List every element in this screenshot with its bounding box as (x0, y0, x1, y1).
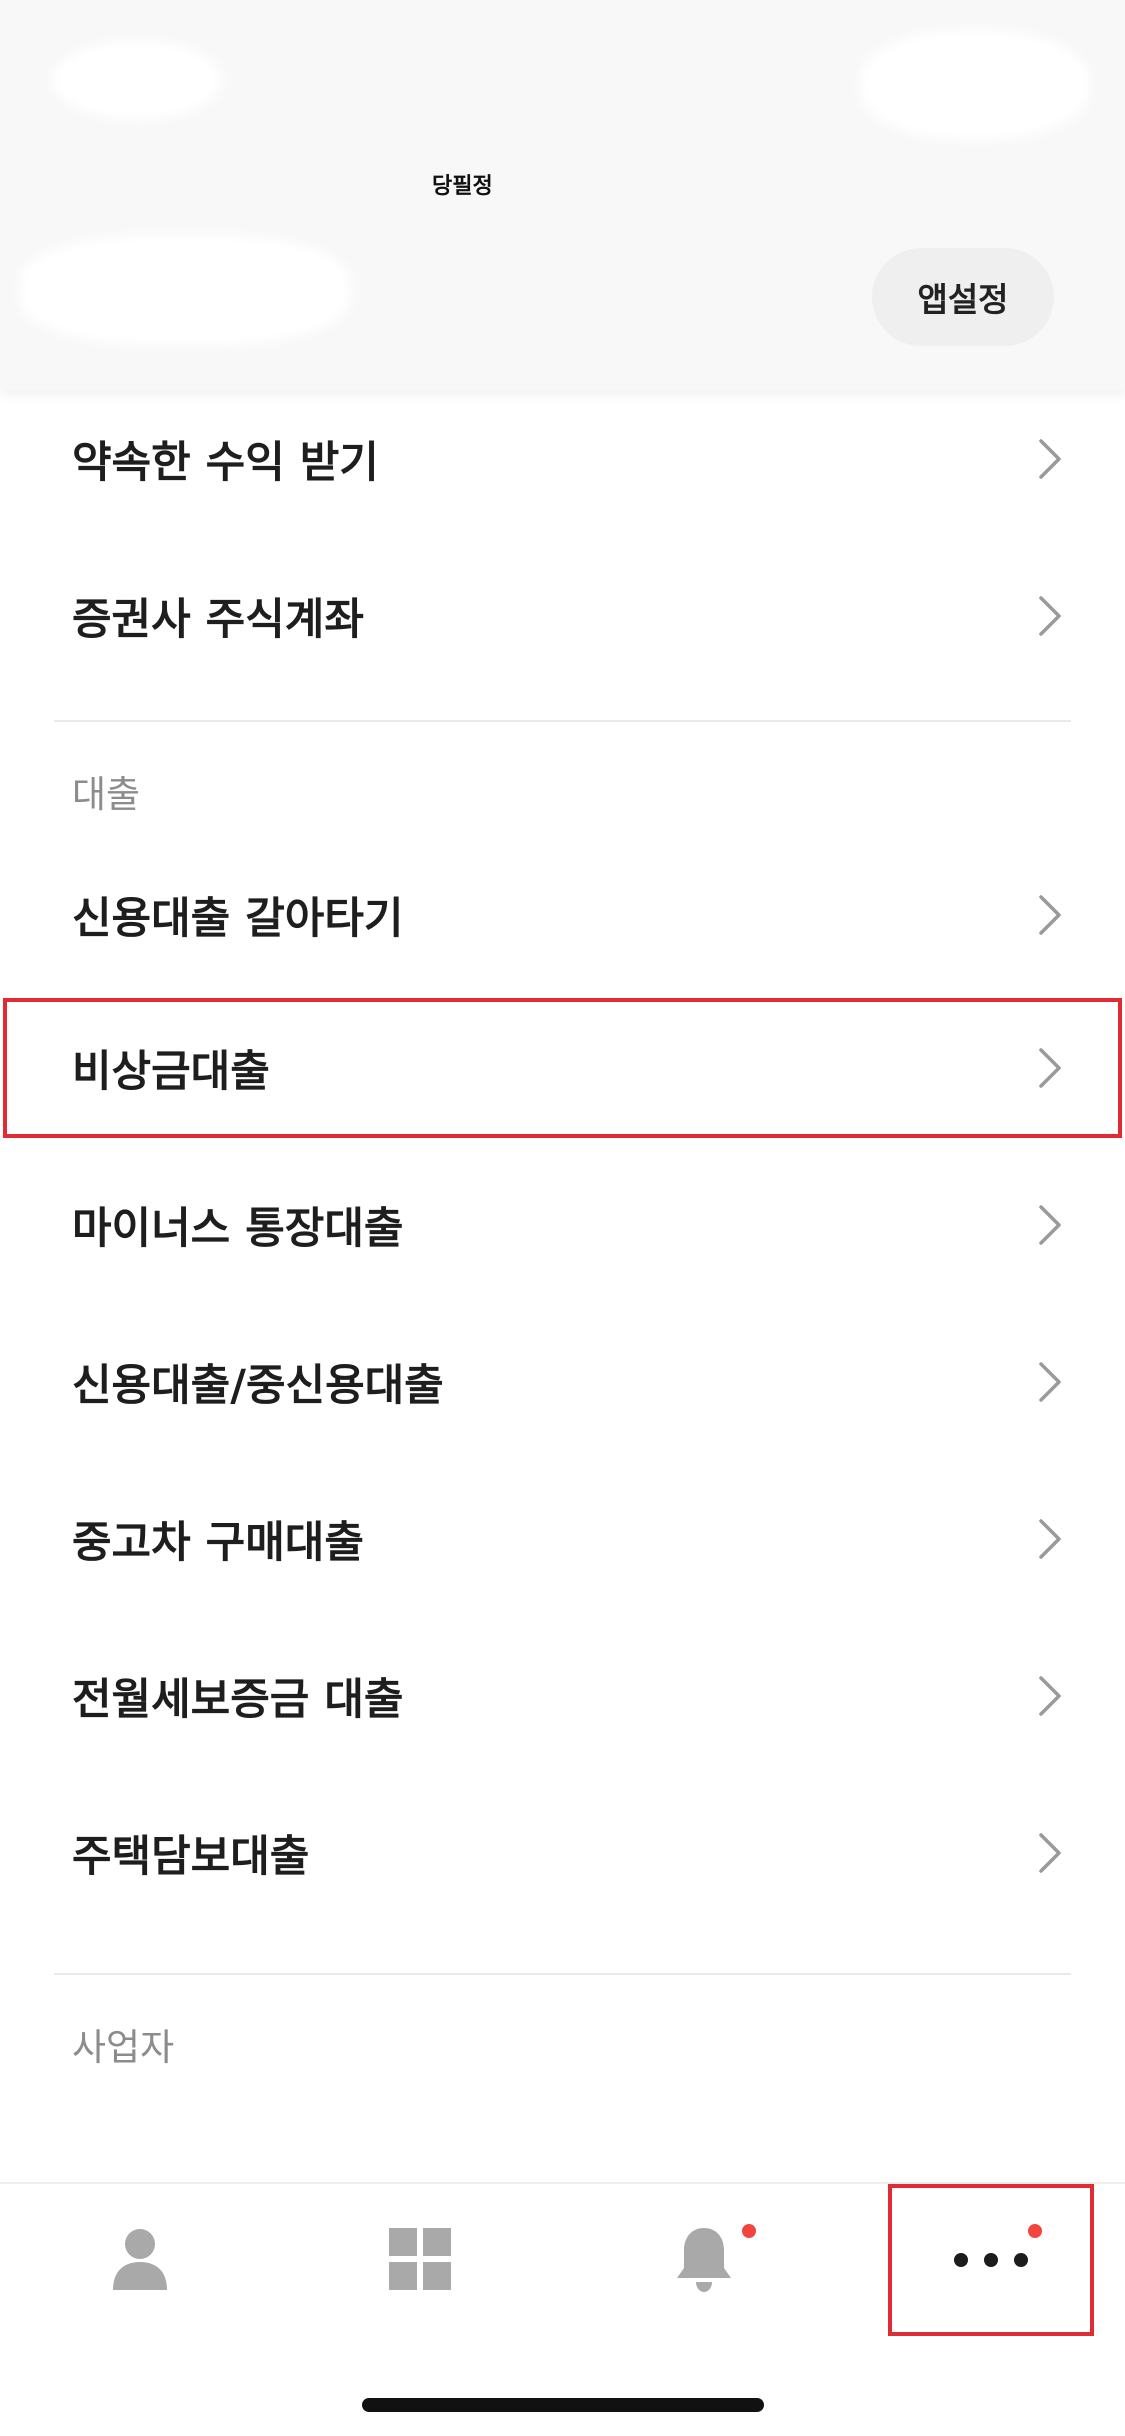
section-title-business: 사업자 (72, 2026, 175, 2069)
header-title: 당필정 (432, 174, 493, 199)
menu-item-jeonse-deposit-loan[interactable]: 전월세보증금 대출 (0, 1617, 1125, 1774)
menu-item-used-car-loan[interactable]: 중고차 구매대출 (0, 1460, 1125, 1617)
chevron-right-icon (1039, 595, 1061, 636)
menu-item-label: 약속한 수익 받기 (72, 437, 379, 488)
menu-item-minus-account-loan[interactable]: 마이너스 통장대출 (0, 1146, 1125, 1303)
menu-item-mortgage-loan[interactable]: 주택담보대출 (0, 1774, 1125, 1931)
notification-badge-dot (742, 2224, 756, 2238)
app-screen: 당필정 앱설정 약속한 수익 받기 증권사 주식계좌 대출 신용대출 갈아타기 … (0, 0, 1125, 2436)
app-settings-button[interactable]: 앱설정 (872, 248, 1054, 346)
grid-icon (389, 2228, 451, 2290)
chevron-right-icon (1039, 1832, 1061, 1873)
bottom-tab-bar (0, 2182, 1125, 2336)
tab-notifications[interactable] (604, 2184, 804, 2334)
tab-profile[interactable] (40, 2184, 240, 2334)
person-icon (113, 2229, 167, 2290)
redaction-blob (52, 40, 222, 120)
menu-item-label: 마이너스 통장대출 (72, 1203, 404, 1254)
menu-item-label: 주택담보대출 (72, 1831, 310, 1882)
menu-item-label: 신용대출/중신용대출 (72, 1360, 444, 1411)
tab-more[interactable] (888, 2184, 1094, 2336)
menu-item-stock-account[interactable]: 증권사 주식계좌 (0, 537, 1125, 694)
header: 당필정 앱설정 (0, 0, 1125, 390)
chevron-right-icon (1039, 438, 1061, 479)
redaction-blob (240, 250, 300, 300)
chevron-right-icon (1039, 1361, 1061, 1402)
chevron-right-icon (1039, 895, 1061, 935)
menu-item-label: 비상금대출 (72, 1047, 270, 1097)
redaction-blob (20, 235, 350, 345)
home-indicator (362, 2398, 764, 2412)
menu-item-credit-loan[interactable]: 신용대출/중신용대출 (0, 1303, 1125, 1460)
redaction-blob (860, 30, 1090, 140)
menu-item-label: 중고차 구매대출 (72, 1517, 364, 1568)
chevron-right-icon (1039, 1204, 1061, 1245)
section-title-loan: 대출 (72, 773, 141, 816)
more-icon (954, 2253, 1028, 2267)
tab-menu-grid[interactable] (320, 2184, 520, 2334)
menu-item-label: 증권사 주식계좌 (72, 594, 364, 645)
menu-item-emergency-loan[interactable]: 비상금대출 (3, 998, 1122, 1138)
menu-item-label: 전월세보증금 대출 (72, 1674, 404, 1725)
chevron-right-icon (1039, 1048, 1061, 1088)
notification-badge-dot (1028, 2224, 1042, 2238)
bell-icon (677, 2228, 731, 2292)
menu-item-credit-loan-switch[interactable]: 신용대출 갈아타기 (0, 840, 1125, 990)
menu-list: 약속한 수익 받기 증권사 주식계좌 대출 신용대출 갈아타기 비상금대출 마이… (0, 380, 1125, 2093)
menu-item-label: 신용대출 갈아타기 (72, 894, 404, 944)
menu-item-promised-return[interactable]: 약속한 수익 받기 (0, 380, 1125, 537)
chevron-right-icon (1039, 1518, 1061, 1559)
chevron-right-icon (1039, 1675, 1061, 1716)
